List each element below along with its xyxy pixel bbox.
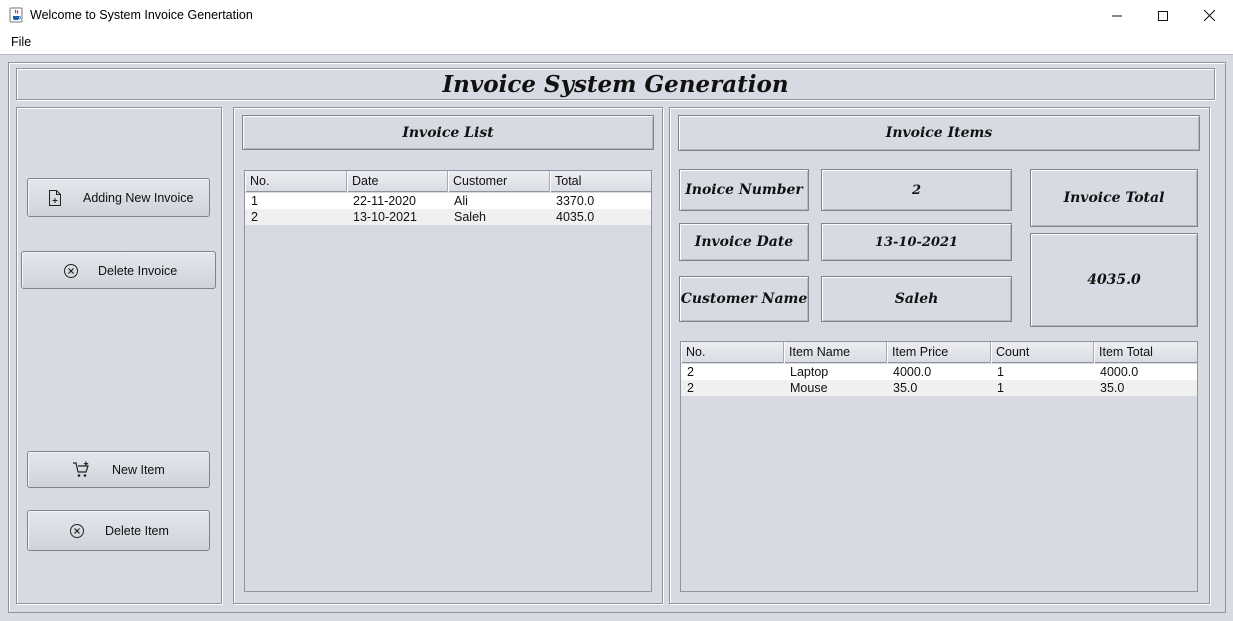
invoice-items-title: Invoice Items <box>678 115 1200 151</box>
invoice-date-value: 13-10-2021 <box>821 223 1012 261</box>
invoice-date-label: Invoice Date <box>679 223 809 261</box>
column-header-count[interactable]: Count <box>991 342 1094 363</box>
table-row[interactable]: 2 Laptop 4000.0 1 4000.0 <box>681 364 1197 380</box>
table-row[interactable]: 1 22-11-2020 Ali 3370.0 <box>245 193 651 209</box>
cell-date: 13-10-2021 <box>353 210 417 224</box>
column-header-item-total[interactable]: Item Total <box>1094 342 1197 363</box>
window-title: Welcome to System Invoice Genertation <box>30 8 253 22</box>
invoice-number-value: 2 <box>821 169 1012 211</box>
customer-name-value: Saleh <box>821 276 1012 322</box>
new-item-label: New Item <box>112 463 165 477</box>
maximize-button[interactable] <box>1140 0 1186 31</box>
add-invoice-button[interactable]: Adding New Invoice <box>27 178 210 217</box>
java-cup-icon <box>8 7 24 23</box>
minimize-button[interactable] <box>1094 0 1140 31</box>
column-header-no[interactable]: No. <box>245 171 347 192</box>
cell-date: 22-11-2020 <box>353 194 417 208</box>
cell-item-price: 4000.0 <box>893 365 932 379</box>
add-invoice-label: Adding New Invoice <box>83 191 194 205</box>
cell-total: 3370.0 <box>556 194 595 208</box>
circle-x-icon <box>62 262 80 280</box>
table-row[interactable]: 2 13-10-2021 Saleh 4035.0 <box>245 209 651 225</box>
items-table[interactable]: No. Item Name Item Price Count Item Tota… <box>680 341 1198 592</box>
cell-item-name: Mouse <box>790 381 828 395</box>
title-bar: Welcome to System Invoice Genertation <box>0 0 1233 31</box>
column-header-no[interactable]: No. <box>681 342 784 363</box>
column-header-item-name[interactable]: Item Name <box>784 342 887 363</box>
minimize-icon <box>1112 15 1122 16</box>
delete-invoice-label: Delete Invoice <box>98 264 178 278</box>
file-plus-icon <box>46 189 64 207</box>
cell-no: 2 <box>687 381 694 395</box>
cell-total: 4035.0 <box>556 210 595 224</box>
cell-count: 1 <box>997 365 1004 379</box>
delete-invoice-button[interactable]: Delete Invoice <box>21 251 216 289</box>
circle-x-icon <box>68 522 86 540</box>
cell-count: 1 <box>997 381 1004 395</box>
close-icon <box>1203 10 1215 21</box>
invoice-table[interactable]: No. Date Customer Total 1 22-11-2020 Ali… <box>244 170 652 592</box>
invoice-table-header: No. Date Customer Total <box>245 171 651 192</box>
cart-plus-icon <box>72 461 90 479</box>
column-header-customer[interactable]: Customer <box>448 171 550 192</box>
cell-customer: Saleh <box>454 210 486 224</box>
header-box: Invoice System Generation <box>16 68 1215 100</box>
cell-item-total: 4000.0 <box>1100 365 1139 379</box>
invoice-total-label: Invoice Total <box>1030 169 1198 227</box>
cell-item-total: 35.0 <box>1100 381 1125 395</box>
delete-item-label: Delete Item <box>105 524 169 538</box>
items-table-header: No. Item Name Item Price Count Item Tota… <box>681 342 1197 363</box>
cell-item-name: Laptop <box>790 365 829 379</box>
cell-no: 1 <box>251 194 258 208</box>
close-button[interactable] <box>1186 0 1232 31</box>
column-header-item-price[interactable]: Item Price <box>887 342 991 363</box>
page-title: Invoice System Generation <box>442 70 789 98</box>
menu-bar: File <box>0 31 1233 53</box>
table-row[interactable]: 2 Mouse 35.0 1 35.0 <box>681 380 1197 396</box>
column-header-date[interactable]: Date <box>347 171 448 192</box>
cell-no: 2 <box>687 365 694 379</box>
column-header-total[interactable]: Total <box>550 171 651 192</box>
cell-customer: Ali <box>454 194 468 208</box>
customer-name-label: Customer Name <box>679 276 809 322</box>
maximize-icon <box>1158 10 1168 21</box>
cell-no: 2 <box>251 210 258 224</box>
cell-item-price: 35.0 <box>893 381 918 395</box>
new-item-button[interactable]: New Item <box>27 451 210 488</box>
menu-file[interactable]: File <box>11 35 31 49</box>
invoice-total-value: 4035.0 <box>1030 233 1198 327</box>
invoice-list-title: Invoice List <box>242 115 654 150</box>
invoice-number-label: Inoice Number <box>679 169 809 211</box>
delete-item-button[interactable]: Delete Item <box>27 510 210 551</box>
